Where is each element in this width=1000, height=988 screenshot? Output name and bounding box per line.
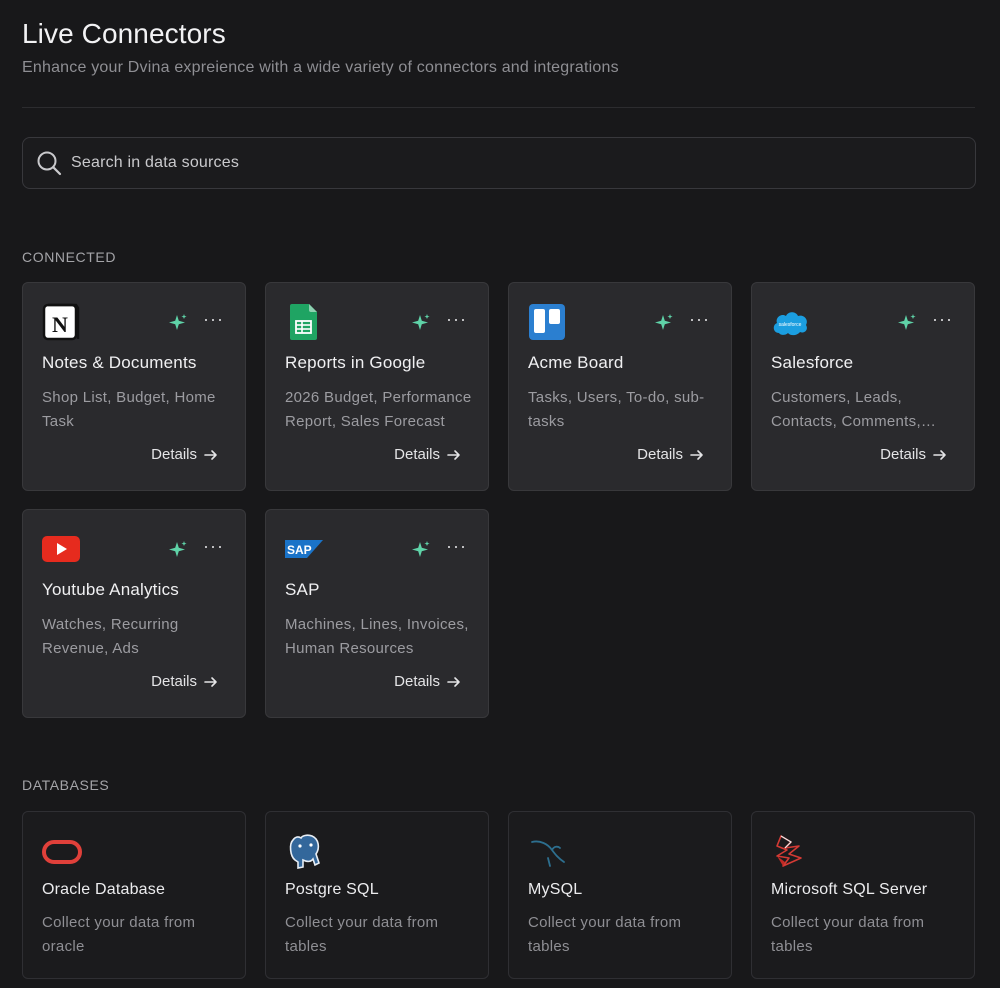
salesforce-icon: salesforce [773, 312, 807, 336]
mysql-icon [531, 840, 565, 867]
arrow-right-icon [204, 676, 217, 687]
header-divider [22, 107, 975, 108]
sparkle-icon[interactable] [411, 540, 431, 560]
connector-card[interactable]: ··· Youtube Analytics Watches, Recurring… [22, 509, 246, 718]
details-link[interactable]: Details [394, 673, 462, 690]
postgresql-icon [289, 834, 320, 869]
database-name: Postgre SQL [285, 881, 379, 898]
sparkle-icon[interactable] [168, 313, 188, 333]
svg-text:N: N [52, 312, 68, 337]
sap-icon: SAP [285, 540, 323, 558]
connector-description: Tasks, Users, To-do, sub-tasks [528, 389, 705, 430]
details-link[interactable]: Details [151, 446, 219, 463]
database-description: Collect your data from tables [285, 914, 439, 955]
connector-name: Notes & Documents [42, 353, 197, 372]
details-label: Details [151, 446, 197, 463]
connector-name: Acme Board [528, 353, 624, 372]
details-label: Details [394, 673, 440, 690]
notion-icon: N [42, 303, 80, 341]
page-subtitle: Enhance your Dvina expreience with a wid… [22, 59, 619, 76]
trello-icon [529, 304, 565, 340]
connector-description: 2026 Budget, Performance Report, Sales F… [285, 389, 472, 430]
sparkle-icon[interactable] [411, 313, 431, 333]
more-options-icon[interactable]: ··· [203, 310, 224, 328]
svg-text:SAP: SAP [287, 543, 312, 557]
connector-card[interactable]: ··· Acme Board Tasks, Users, To-do, sub-… [508, 282, 732, 491]
oracle-icon [42, 840, 82, 864]
database-name: Microsoft SQL Server [771, 881, 928, 898]
details-link[interactable]: Details [880, 446, 948, 463]
sparkle-icon[interactable] [168, 540, 188, 560]
sparkle-icon[interactable] [897, 313, 917, 333]
details-link[interactable]: Details [151, 673, 219, 690]
database-description: Collect your data from tables [771, 914, 925, 955]
connector-name: SAP [285, 580, 320, 599]
database-card[interactable]: Postgre SQL Collect your data from table… [265, 811, 489, 979]
database-name: MySQL [528, 881, 583, 898]
search-icon [37, 151, 62, 176]
page-header: Live Connectors Enhance your Dvina expre… [22, 18, 975, 77]
connector-card[interactable]: ··· Reports in Google 2026 Budget, Perfo… [265, 282, 489, 491]
more-options-icon[interactable]: ··· [932, 310, 953, 328]
connector-description: Customers, Leads, Contacts, Comments, Op… [771, 389, 921, 430]
page-title: Live Connectors [22, 18, 226, 49]
arrow-right-icon [690, 449, 703, 460]
arrow-right-icon [204, 449, 217, 460]
connector-description: Shop List, Budget, Home Task [42, 389, 216, 430]
google-sheets-icon [290, 304, 317, 340]
more-options-icon[interactable]: ··· [446, 537, 467, 555]
details-link[interactable]: Details [394, 446, 462, 463]
more-options-icon[interactable]: ··· [203, 537, 224, 555]
details-label: Details [151, 673, 197, 690]
connector-name: Salesforce [771, 353, 854, 372]
database-description: Collect your data from oracle [42, 914, 196, 955]
details-label: Details [880, 446, 926, 463]
connector-description: Machines, Lines, Invoices, Human Resourc… [285, 616, 469, 657]
sparkle-icon[interactable] [654, 313, 674, 333]
svg-text:salesforce: salesforce [779, 322, 802, 328]
database-description: Collect your data from tables [528, 914, 682, 955]
connector-card[interactable]: N ··· Notes & Documents Shop List, Budge… [22, 282, 246, 491]
section-label-databases: DATABASES [22, 777, 110, 793]
section-label-connected: CONNECTED [22, 249, 117, 265]
database-name: Oracle Database [42, 881, 166, 898]
more-options-icon[interactable]: ··· [446, 310, 467, 328]
more-options-icon[interactable]: ··· [689, 310, 710, 328]
database-card[interactable]: MySQL Collect your data from tables [508, 811, 732, 979]
search-input[interactable]: Search in data sources [71, 154, 239, 172]
youtube-icon [42, 536, 80, 562]
details-link[interactable]: Details [637, 446, 705, 463]
connector-description: Watches, Recurring Revenue, Ads [42, 616, 179, 657]
details-label: Details [394, 446, 440, 463]
arrow-right-icon [447, 449, 460, 460]
arrow-right-icon [447, 676, 460, 687]
connector-card[interactable]: SAP ··· SAP Machines, Lines, Invoices, H… [265, 509, 489, 718]
connector-name: Reports in Google [285, 353, 426, 372]
search-bar[interactable]: Search in data sources [22, 137, 976, 189]
database-card[interactable]: Microsoft SQL Server Collect your data f… [751, 811, 975, 979]
arrow-right-icon [933, 449, 946, 460]
details-label: Details [637, 446, 683, 463]
connector-card[interactable]: salesforce ··· Salesforce Customers, Lea… [751, 282, 975, 491]
sql-server-icon [776, 835, 802, 867]
database-card[interactable]: Oracle Database Collect your data from o… [22, 811, 246, 979]
connector-name: Youtube Analytics [42, 580, 179, 599]
